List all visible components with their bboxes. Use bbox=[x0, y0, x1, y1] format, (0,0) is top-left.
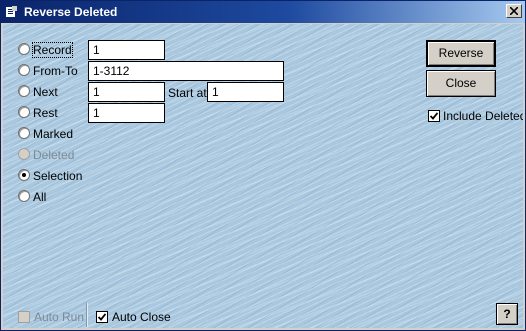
close-icon bbox=[510, 7, 518, 15]
help-button[interactable]: ? bbox=[496, 303, 518, 325]
radio-selection-button[interactable] bbox=[18, 169, 30, 181]
radio-marked-label[interactable]: Marked bbox=[33, 127, 73, 141]
radio-next-button[interactable] bbox=[18, 85, 30, 97]
radio-record-label[interactable]: Record bbox=[32, 42, 73, 58]
title-bar[interactable]: Reverse Deleted bbox=[1, 1, 525, 23]
dialog-window: Reverse Deleted Record From-To Next Star… bbox=[0, 0, 526, 331]
start-at-label: Start at: bbox=[168, 86, 211, 100]
radio-deleted-button bbox=[18, 148, 30, 160]
auto-close-label[interactable]: Auto Close bbox=[112, 310, 171, 324]
radio-rest-label[interactable]: Rest bbox=[33, 106, 58, 120]
radio-next-label[interactable]: Next bbox=[33, 85, 58, 99]
include-deleted-label[interactable]: Include Deleted bbox=[443, 109, 523, 123]
auto-run-checkbox bbox=[18, 311, 30, 323]
checkmark-icon bbox=[430, 112, 438, 120]
next-field[interactable] bbox=[88, 82, 165, 102]
window-close-button[interactable] bbox=[506, 4, 522, 18]
checkmark-icon bbox=[98, 313, 106, 321]
auto-run-label: Auto Run bbox=[34, 310, 85, 324]
close-button[interactable]: Close bbox=[426, 70, 496, 97]
radio-rest-button[interactable] bbox=[18, 106, 30, 118]
radio-all-button[interactable] bbox=[18, 190, 30, 202]
radio-from-to-label[interactable]: From-To bbox=[33, 64, 78, 78]
dialog-body: Record From-To Next Start at: Rest Marke… bbox=[3, 24, 523, 328]
include-deleted-checkbox[interactable] bbox=[428, 110, 440, 122]
auto-close-checkbox[interactable] bbox=[96, 311, 108, 323]
from-to-field[interactable] bbox=[88, 61, 284, 81]
radio-record-button[interactable] bbox=[18, 43, 30, 55]
app-icon bbox=[6, 6, 17, 17]
radio-all-label[interactable]: All bbox=[33, 190, 46, 204]
window-title: Reverse Deleted bbox=[24, 5, 118, 19]
radio-deleted-label: Deleted bbox=[33, 148, 75, 162]
start-at-field[interactable] bbox=[207, 82, 284, 102]
radio-from-to-button[interactable] bbox=[18, 64, 30, 76]
reverse-button[interactable]: Reverse bbox=[426, 40, 496, 67]
rest-field[interactable] bbox=[88, 103, 165, 123]
radio-marked-button[interactable] bbox=[18, 127, 30, 139]
status-separator bbox=[86, 303, 88, 327]
radio-selection-label[interactable]: Selection bbox=[33, 169, 82, 183]
record-field[interactable] bbox=[88, 40, 165, 60]
